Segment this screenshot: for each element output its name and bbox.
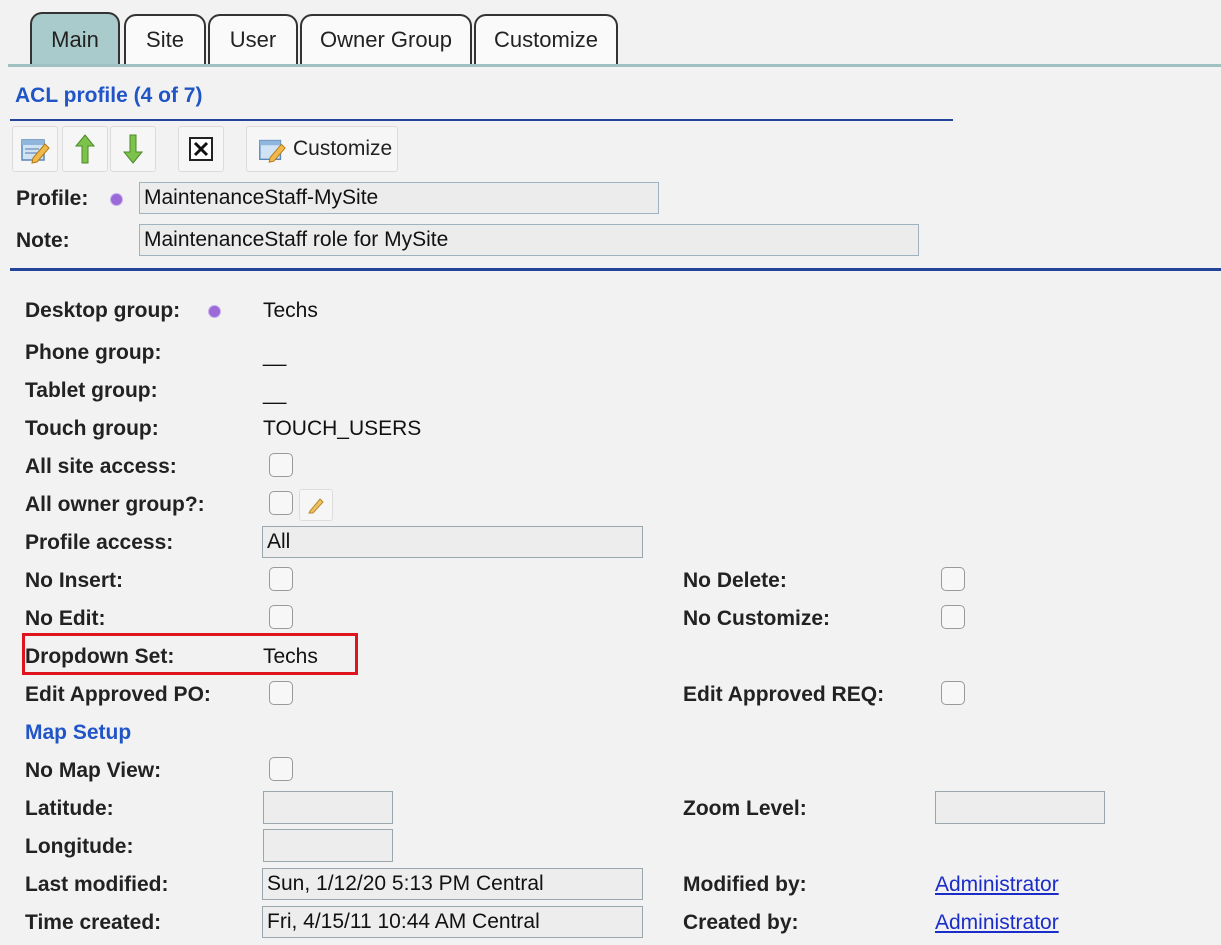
phone-group-value: __ [263, 344, 287, 367]
longitude-field[interactable] [263, 829, 393, 862]
edit-approved-req-checkbox[interactable] [941, 681, 965, 705]
page-title: ACL profile (4 of 7) [15, 84, 203, 107]
latitude-label: Latitude: [25, 797, 114, 820]
tab-underline [8, 64, 1221, 67]
profile-label: Profile: [16, 187, 89, 210]
arrow-up-icon [74, 134, 96, 164]
map-setup-title: Map Setup [25, 721, 132, 744]
all-owner-group-label: All owner group?: [25, 493, 205, 516]
time-created-label: Time created: [25, 911, 162, 934]
note-field[interactable]: MaintenanceStaff role for MySite [139, 224, 919, 256]
pencil-icon [308, 498, 324, 514]
modified-by-label: Modified by: [683, 873, 807, 896]
no-edit-label: No Edit: [25, 607, 106, 630]
phone-group-label: Phone group: [25, 341, 162, 364]
customize-label: Customize [293, 137, 393, 160]
section-divider [10, 268, 1221, 271]
tab-user[interactable]: User [208, 14, 298, 64]
tab-owner-group[interactable]: Owner Group [300, 14, 472, 64]
no-insert-checkbox[interactable] [269, 567, 293, 591]
highlight-box [22, 633, 358, 675]
profile-access-field[interactable]: All [262, 526, 643, 558]
no-edit-checkbox[interactable] [269, 605, 293, 629]
required-dot-icon [209, 306, 220, 317]
edit-button[interactable] [12, 126, 58, 172]
no-customize-checkbox[interactable] [941, 605, 965, 629]
customize-icon [259, 139, 286, 163]
close-box-icon [189, 137, 213, 161]
time-created-field: Fri, 4/15/11 10:44 AM Central [262, 906, 643, 938]
touch-group-value: TOUCH_USERS [263, 417, 422, 440]
touch-group-label: Touch group: [25, 417, 159, 440]
all-site-access-checkbox[interactable] [269, 453, 293, 477]
tablet-group-label: Tablet group: [25, 379, 158, 402]
longitude-label: Longitude: [25, 835, 134, 858]
tab-label: Owner Group [319, 27, 453, 52]
last-modified-field: Sun, 1/12/20 5:13 PM Central [262, 868, 643, 900]
no-map-view-label: No Map View: [25, 759, 162, 782]
desktop-group-value: Techs [263, 299, 318, 322]
no-insert-label: No Insert: [25, 569, 124, 592]
tab-label: Customize [494, 27, 598, 52]
tab-label: Main [51, 27, 99, 52]
move-down-button[interactable] [110, 126, 156, 172]
tab-label: Site [146, 27, 184, 52]
desktop-group-label: Desktop group: [25, 299, 181, 322]
profile-access-label: Profile access: [25, 531, 174, 554]
tab-site[interactable]: Site [124, 14, 206, 64]
no-map-view-checkbox[interactable] [269, 757, 293, 781]
all-owner-group-edit-button[interactable] [299, 489, 333, 521]
move-up-button[interactable] [62, 126, 108, 172]
created-by-link[interactable]: Administrator [935, 911, 1059, 935]
tablet-group-value: __ [263, 382, 287, 405]
profile-field[interactable]: MaintenanceStaff-MySite [139, 182, 659, 214]
header-divider [10, 119, 953, 121]
last-modified-label: Last modified: [25, 873, 169, 896]
note-label: Note: [16, 229, 70, 252]
arrow-down-icon [122, 134, 144, 164]
edit-icon [21, 139, 50, 164]
tab-main[interactable]: Main [30, 12, 120, 66]
edit-approved-po-label: Edit Approved PO: [25, 683, 211, 706]
edit-approved-po-checkbox[interactable] [269, 681, 293, 705]
no-customize-label: No Customize: [683, 607, 830, 630]
edit-approved-req-label: Edit Approved REQ: [683, 683, 885, 706]
customize-button[interactable]: Customize [246, 126, 398, 172]
tab-customize[interactable]: Customize [474, 14, 618, 64]
required-dot-icon [111, 194, 122, 205]
latitude-field[interactable] [263, 791, 393, 824]
all-site-access-label: All site access: [25, 455, 177, 478]
all-owner-group-checkbox[interactable] [269, 491, 293, 515]
zoom-level-label: Zoom Level: [683, 797, 807, 820]
no-delete-label: No Delete: [683, 569, 787, 592]
created-by-label: Created by: [683, 911, 799, 934]
modified-by-link[interactable]: Administrator [935, 873, 1059, 897]
zoom-level-field[interactable] [935, 791, 1105, 824]
no-delete-checkbox[interactable] [941, 567, 965, 591]
delete-button[interactable] [178, 126, 224, 172]
tab-label: User [229, 27, 277, 52]
